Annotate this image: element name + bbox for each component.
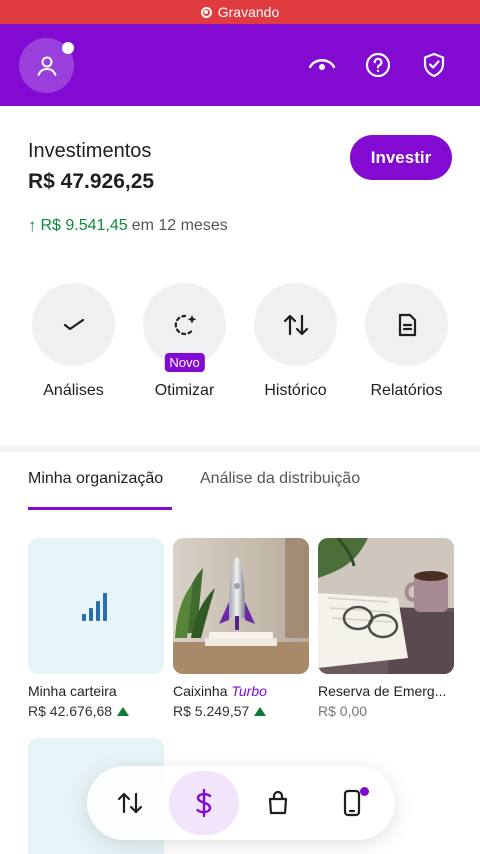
shield-check-icon[interactable] bbox=[420, 51, 448, 79]
card-value: R$ 5.249,57 bbox=[173, 703, 250, 719]
card-value: R$ 42.676,68 bbox=[28, 703, 113, 719]
tab-minha-organizacao[interactable]: Minha organização bbox=[28, 470, 163, 488]
shortcut-circle[interactable] bbox=[32, 283, 115, 366]
document-icon bbox=[398, 313, 416, 336]
card-value: R$ 0,00 bbox=[318, 703, 368, 719]
shortcut-historico[interactable]: Histórico bbox=[240, 283, 351, 400]
coffee-glasses-illustration bbox=[318, 538, 454, 674]
shortcut-label: Histórico bbox=[264, 382, 327, 399]
shortcut-otimizar[interactable]: Novo Otimizar bbox=[129, 283, 240, 400]
growth-amount: R$ 9.541,45 bbox=[40, 217, 128, 234]
growth-indicator: ↑ R$ 9.541,45 em 12 meses bbox=[28, 216, 228, 236]
shortcut-label: Relatórios bbox=[370, 382, 443, 399]
page-title: Investimentos bbox=[28, 140, 152, 162]
trend-up-icon bbox=[117, 706, 130, 716]
record-icon bbox=[200, 6, 212, 18]
investment-cards: Minha carteira R$ 42.676,68 Caixinha Tur… bbox=[28, 538, 454, 719]
user-icon bbox=[37, 56, 56, 76]
card-image bbox=[173, 538, 309, 674]
card-value-row: R$ 5.249,57 bbox=[173, 703, 309, 719]
tab-bar: Minha organização Análise da distribuiçã… bbox=[0, 452, 480, 510]
nav-transfers[interactable] bbox=[95, 771, 165, 835]
dollar-icon bbox=[196, 788, 212, 818]
transfer-arrows-icon bbox=[283, 314, 308, 335]
nav-mobile[interactable] bbox=[317, 771, 387, 835]
recording-label: Gravando bbox=[217, 4, 280, 20]
help-icon[interactable] bbox=[364, 51, 392, 79]
bottom-navigation bbox=[87, 766, 395, 840]
shortcut-circle[interactable]: Novo bbox=[143, 283, 226, 372]
recording-indicator: Gravando bbox=[0, 0, 480, 24]
notification-dot bbox=[360, 787, 369, 796]
card-name: Reserva de Emerg... bbox=[318, 683, 447, 699]
profile-avatar-button[interactable] bbox=[19, 38, 74, 93]
nav-investments[interactable] bbox=[169, 771, 239, 835]
transfer-arrows-icon bbox=[117, 792, 143, 814]
arrow-up-icon: ↑ bbox=[28, 216, 37, 235]
shortcut-row: Análises Novo Otimizar Histórico Relatór… bbox=[18, 283, 462, 400]
card-minha-carteira[interactable]: Minha carteira R$ 42.676,68 bbox=[28, 538, 164, 719]
card-name-highlight: Turbo bbox=[231, 683, 267, 699]
total-balance: R$ 47.926,25 bbox=[28, 170, 155, 193]
card-reserva-emergencia[interactable]: Reserva de Emerg... R$ 0,00 bbox=[318, 538, 454, 719]
card-value-row: R$ 0,00 bbox=[318, 703, 454, 719]
card-image bbox=[318, 538, 454, 674]
shortcut-label: Otimizar bbox=[154, 382, 215, 399]
sparkle-refresh-icon bbox=[174, 314, 196, 335]
shortcut-analises[interactable]: Análises bbox=[18, 283, 129, 400]
card-name: Minha carteira bbox=[28, 683, 117, 699]
notification-dot bbox=[62, 42, 74, 54]
shortcut-relatorios[interactable]: Relatórios bbox=[351, 283, 462, 400]
invest-button[interactable]: Investir bbox=[350, 135, 452, 180]
trend-icon bbox=[63, 318, 84, 330]
eye-icon[interactable] bbox=[308, 51, 336, 79]
signal-bars-icon bbox=[82, 593, 107, 621]
trend-up-icon bbox=[254, 706, 267, 716]
growth-period: em 12 meses bbox=[131, 217, 228, 234]
card-name: Caixinha Turbo bbox=[173, 683, 309, 699]
card-image bbox=[28, 538, 164, 674]
shopping-bag-icon bbox=[268, 791, 288, 815]
investment-summary: Investimentos R$ 47.926,25 Investir ↑ R$… bbox=[0, 106, 480, 446]
shortcut-label: Análises bbox=[43, 382, 104, 399]
nav-shopping[interactable] bbox=[243, 771, 313, 835]
app-header bbox=[0, 24, 480, 106]
shortcut-circle[interactable] bbox=[365, 283, 448, 366]
active-tab-indicator bbox=[28, 507, 172, 510]
rocket-illustration bbox=[173, 538, 309, 674]
card-caixinha-turbo[interactable]: Caixinha Turbo R$ 5.249,57 bbox=[173, 538, 309, 719]
card-value-row: R$ 42.676,68 bbox=[28, 703, 164, 719]
card-name-prefix: Caixinha bbox=[173, 683, 232, 699]
phone-icon bbox=[343, 789, 361, 817]
shortcut-circle[interactable] bbox=[254, 283, 337, 366]
new-badge: Novo bbox=[164, 353, 205, 372]
tab-analise-distribuicao[interactable]: Análise da distribuição bbox=[200, 470, 360, 488]
